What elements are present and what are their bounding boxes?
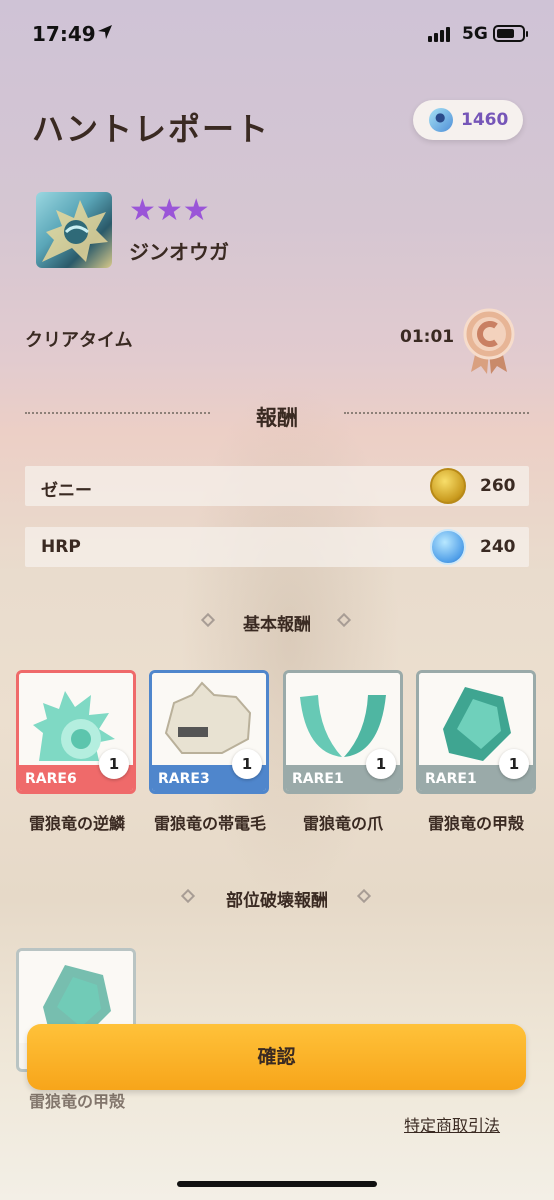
part-break-heading: 部位破壊報酬 [226,891,328,911]
home-indicator[interactable] [177,1181,377,1187]
status-bar: 17:49 5G [0,0,554,70]
basic-rewards-heading: 基本報酬 [243,615,311,635]
reward-item[interactable]: RARE3 1 [149,670,269,794]
item-name: 雷狼竜の甲殻 [427,814,524,833]
clear-time-value: 01:01 [400,327,455,347]
item-count: 1 [232,749,262,779]
location-arrow-icon [98,25,112,39]
currency-amount: 1460 [461,110,509,130]
rarity-label: RARE1 [425,771,477,787]
cell-signal-icon [428,27,450,42]
divider-right [344,412,529,414]
item-name: 雷狼竜の甲殻 [28,1092,125,1111]
rarity-label: RARE3 [158,771,210,787]
item-name: 雷狼竜の逆鱗 [28,814,125,833]
zenny-coin-icon [430,468,466,504]
item-name: 雷狼竜の爪 [302,814,383,833]
status-time: 17:49 [32,22,96,46]
item-count: 1 [499,749,529,779]
monster-portrait [36,192,112,268]
rarity-label: RARE1 [292,771,344,787]
paw-gem-icon [429,108,453,132]
star-rating: ★★★ [129,196,210,226]
monster-name: ジンオウガ [129,240,229,264]
rarity-label: RARE6 [25,771,77,787]
rank-c-medal-icon [463,308,515,374]
hrp-row: HRP 240 [25,527,529,567]
reward-heading: 報酬 [256,406,298,430]
star-rating-text: ★★★ [129,193,210,228]
hrp-label: HRP [41,537,81,557]
monster-art-icon [42,200,108,262]
reward-item[interactable]: RARE6 1 [16,670,136,794]
item-name: 雷狼竜の帯電毛 [153,814,266,833]
confirm-button[interactable]: 確認 [27,1024,526,1090]
item-count: 1 [99,749,129,779]
battery-icon [493,25,528,42]
network-type: 5G [462,24,488,44]
reward-item[interactable]: RARE1 1 [416,670,536,794]
item-count: 1 [366,749,396,779]
clear-time-label: クリアタイム [25,330,133,351]
page-title: ハントレポート [32,110,271,148]
zenny-row: ゼニー 260 [25,466,529,506]
zenny-label: ゼニー [41,481,92,501]
currency-badge[interactable]: 1460 [413,100,523,140]
zenny-value: 260 [480,476,516,496]
legal-link[interactable]: 特定商取引法 [404,1112,500,1136]
reward-item[interactable]: RARE1 1 [283,670,403,794]
hrp-value: 240 [480,537,516,557]
hrp-orb-icon [430,529,466,565]
